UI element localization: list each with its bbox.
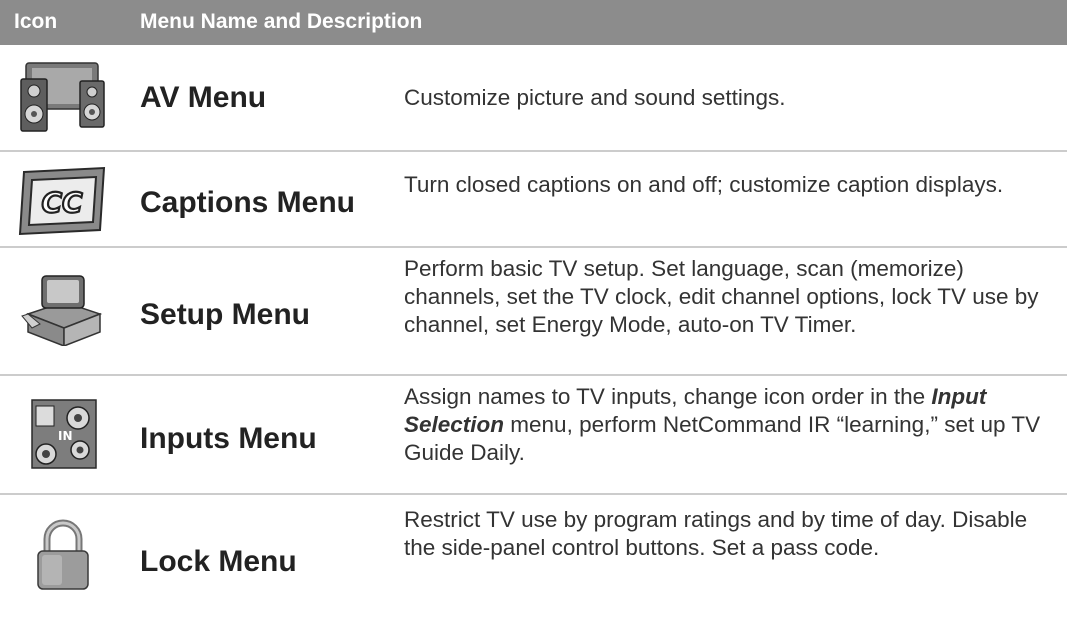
menu-description: Restrict TV use by program ratings and b… — [404, 507, 1028, 560]
av-speakers-icon — [20, 62, 105, 132]
menu-description: Perform basic TV setup. Set language, sc… — [404, 256, 1039, 337]
header-icon-column: Icon — [14, 10, 58, 33]
tv-box-icon — [21, 275, 103, 346]
menu-name: AV Menu — [140, 81, 267, 114]
menu-name: Captions Menu — [140, 186, 355, 219]
header-menu-column: Menu Name and Description — [140, 10, 423, 33]
table-row: CC Captions Menu Turn closed captions on… — [0, 152, 1067, 246]
menu-name: Lock Menu — [140, 545, 297, 578]
cc-icon-text: CC — [41, 186, 83, 219]
table-header: Icon Menu Name and Description — [0, 0, 1067, 45]
table-row: IN Inputs Menu Assign names to TV inputs… — [0, 376, 1067, 493]
table-row: Setup Menu Perform basic TV setup. Set l… — [0, 248, 1067, 374]
menu-table: Icon Menu Name and Description AV Menu C… — [0, 0, 1067, 621]
table-row: AV Menu Customize picture and sound sett… — [0, 45, 1067, 150]
padlock-icon — [37, 519, 89, 590]
menu-name: Setup Menu — [140, 298, 310, 331]
menu-description: Assign names to TV inputs, change icon o… — [404, 384, 1041, 465]
menu-description: Customize picture and sound settings. — [404, 85, 786, 110]
table-row: Lock Menu Restrict TV use by program rat… — [0, 495, 1067, 621]
menu-name: Inputs Menu — [140, 422, 317, 455]
in-label-text: IN — [58, 429, 73, 443]
menu-description: Turn closed captions on and off; customi… — [404, 172, 1004, 197]
input-jacks-icon: IN — [31, 399, 97, 469]
cc-icon: CC — [18, 166, 106, 236]
